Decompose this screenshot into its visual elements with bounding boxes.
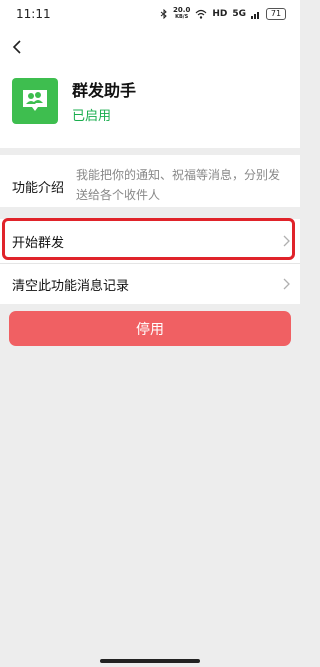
app-title: 群发助手: [72, 81, 137, 100]
chevron-right-icon: [283, 278, 290, 290]
clear-records-label: 清空此功能消息记录: [12, 278, 130, 294]
battery-indicator: 71: [266, 8, 286, 20]
hd-badge: HD: [212, 9, 228, 19]
net-speed: 20.0 KB/S: [173, 7, 190, 21]
wifi-icon: [195, 9, 207, 19]
back-arrow-icon[interactable]: [8, 36, 28, 58]
app-status: 已启用: [72, 109, 112, 124]
intro-text: 我能把你的通知、祝福等消息，分别发送给各个收件人: [76, 168, 281, 202]
clear-records-row[interactable]: 清空此功能消息记录: [0, 263, 300, 304]
home-indicator: [100, 659, 200, 663]
bluetooth-icon: [160, 9, 167, 19]
signal-label: 5G: [232, 9, 246, 19]
status-icons: 20.0 KB/S HD 5G 71: [160, 7, 286, 21]
disable-button[interactable]: 停用: [9, 311, 291, 346]
status-time: 11:11: [16, 7, 51, 21]
signal-icon: [251, 11, 259, 19]
intro-label: 功能介绍: [12, 181, 65, 196]
status-bar: 11:11 20.0 KB/S HD 5G 71: [0, 0, 300, 28]
function-intro: 功能介绍 我能把你的通知、祝福等消息，分别发送给各个收件人: [0, 155, 300, 207]
net-speed-unit: KB/S: [175, 14, 189, 20]
net-speed-value: 20.0: [173, 6, 191, 14]
start-group-send-label: 开始群发: [12, 235, 65, 251]
group-chat-icon: [12, 78, 58, 124]
start-group-send-row[interactable]: 开始群发: [0, 219, 300, 263]
chevron-right-icon: [283, 235, 290, 247]
app-header: 群发助手 已启用: [0, 28, 300, 148]
